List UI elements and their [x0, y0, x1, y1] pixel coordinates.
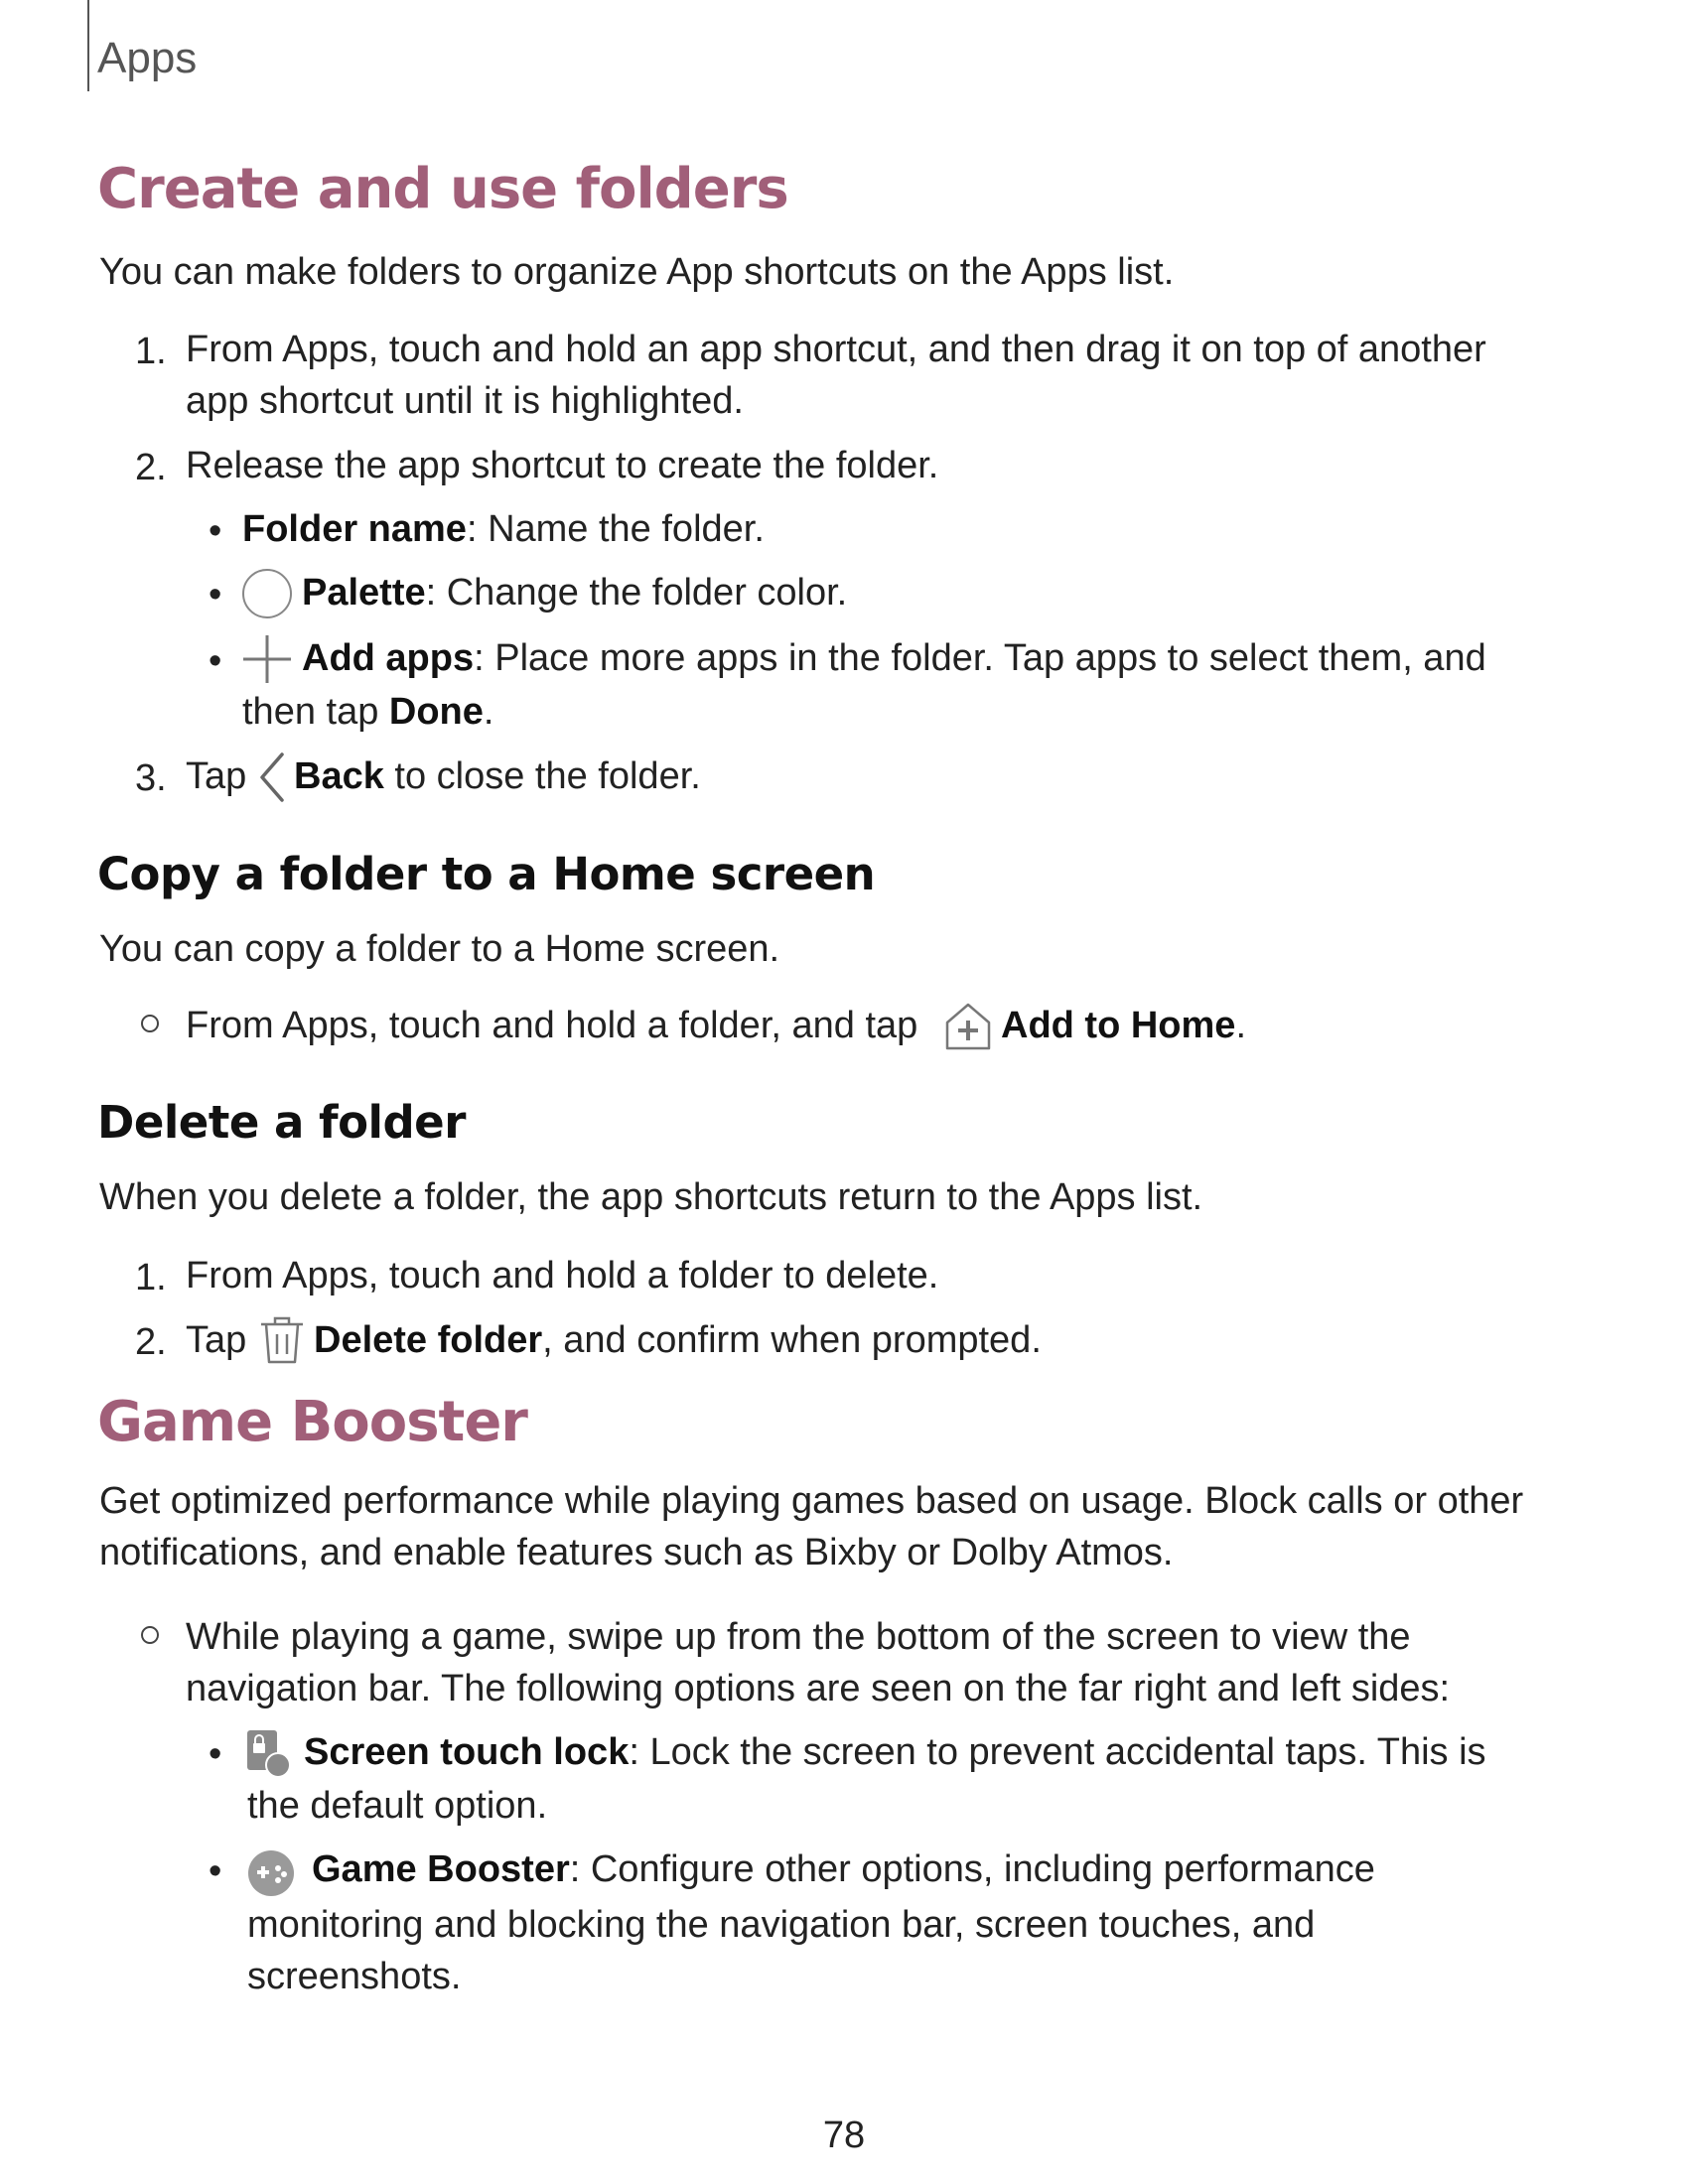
game-booster-intro-line2: notifications, and enable features such … [99, 1532, 1174, 1573]
bullet-dot: • [209, 574, 222, 615]
page-title: Create and use folders [97, 157, 789, 221]
add-apps-line2-post: . [483, 691, 494, 733]
delete-step2-pre: Tap [186, 1319, 247, 1361]
palette-icon [241, 568, 293, 619]
trash-icon [258, 1314, 306, 1366]
delete-folder-intro: When you delete a folder, the app shortc… [99, 1176, 1203, 1218]
bullet-dot: • [209, 510, 222, 552]
bullet-dot: • [209, 640, 222, 682]
folder-name-text: : Name the folder. [466, 508, 765, 550]
game-booster-line3: screenshots. [247, 1956, 462, 1997]
folder-name-label: Folder name [242, 508, 467, 550]
game-booster-text: : Configure other options, including per… [569, 1848, 1375, 1890]
delete-step2-rest: Delete folder, and confirm when prompted… [314, 1314, 1042, 1366]
create-step3-pre: Tap [186, 755, 247, 797]
bullet-add-apps: Add apps: Place more apps in the folder.… [302, 632, 1486, 684]
back-icon [256, 751, 290, 803]
bullet-screen-touch-lock: Screen touch lock: Lock the screen to pr… [304, 1726, 1486, 1778]
screen-touch-lock-label: Screen touch lock [304, 1731, 630, 1773]
game-item-line1: While playing a game, swipe up from the … [186, 1616, 1411, 1658]
circle-bullet [141, 1626, 159, 1644]
step-number: 2. [135, 447, 167, 488]
create-step1-line1: From Apps, touch and hold an app shortcu… [186, 329, 1486, 370]
section-label: Apps [97, 34, 198, 82]
create-folders-intro: You can make folders to organize App sho… [99, 251, 1175, 293]
create-step2: Release the app shortcut to create the f… [186, 445, 939, 486]
screen-touch-lock-icon [244, 1727, 294, 1781]
create-step1-line2: app shortcut until it is highlighted. [186, 380, 744, 422]
create-step3-rest: Back to close the folder. [294, 751, 701, 802]
bullet-dot: • [209, 1850, 222, 1892]
bullet-dot: • [209, 1733, 222, 1775]
delete-step1: From Apps, touch and hold a folder to de… [186, 1255, 939, 1297]
delete-step2-post: , and confirm when prompted. [542, 1319, 1042, 1361]
delete-folder-label: Delete folder [314, 1319, 543, 1361]
game-booster-icon [246, 1848, 296, 1898]
game-booster-heading: Game Booster [97, 1390, 528, 1454]
add-apps-label: Add apps [302, 637, 475, 679]
back-label: Back [294, 755, 384, 797]
bullet-game-booster: Game Booster: Configure other options, i… [312, 1843, 1375, 1895]
copy-folder-intro: You can copy a folder to a Home screen. [99, 928, 780, 970]
game-item-line2: navigation bar. The following options ar… [186, 1668, 1451, 1709]
done-label: Done [388, 691, 484, 733]
add-apps-text: : Place more apps in the folder. Tap app… [474, 637, 1486, 679]
game-booster-line2: monitoring and blocking the navigation b… [247, 1904, 1316, 1946]
copy-item-post: . [1235, 1005, 1246, 1046]
game-booster-intro-line1: Get optimized performance while playing … [99, 1480, 1524, 1522]
copy-item-rest: Add to Home. [1001, 1000, 1246, 1051]
step3-post: to close the folder. [383, 755, 701, 797]
bullet-palette: Palette: Change the folder color. [302, 567, 847, 618]
bullet-folder-name: Folder name: Name the folder. [242, 503, 765, 555]
screen-touch-lock-text: : Lock the screen to prevent accidental … [629, 1731, 1486, 1773]
circle-bullet [141, 1015, 159, 1032]
palette-text: : Change the folder color. [425, 572, 848, 614]
copy-item-pre: From Apps, touch and hold a folder, and … [186, 1005, 918, 1046]
delete-folder-heading: Delete a folder [97, 1096, 466, 1149]
add-to-home-icon [943, 1001, 993, 1052]
header-rule [87, 0, 89, 91]
bullet-add-apps-line2: then tap Done. [242, 686, 493, 738]
copy-folder-heading: Copy a folder to a Home screen [97, 848, 876, 900]
step-number: 1. [135, 331, 167, 372]
step-number: 1. [135, 1257, 167, 1298]
add-apps-line2-pre: then tap [242, 691, 389, 733]
step-number: 3. [135, 757, 167, 799]
screen-touch-lock-line2: the default option. [247, 1785, 548, 1827]
step-number: 2. [135, 1321, 167, 1363]
page-number: 78 [822, 2115, 866, 2156]
game-booster-label: Game Booster [312, 1848, 570, 1890]
plus-icon [241, 633, 293, 685]
palette-label: Palette [302, 572, 426, 614]
add-to-home-label: Add to Home [1001, 1005, 1236, 1046]
